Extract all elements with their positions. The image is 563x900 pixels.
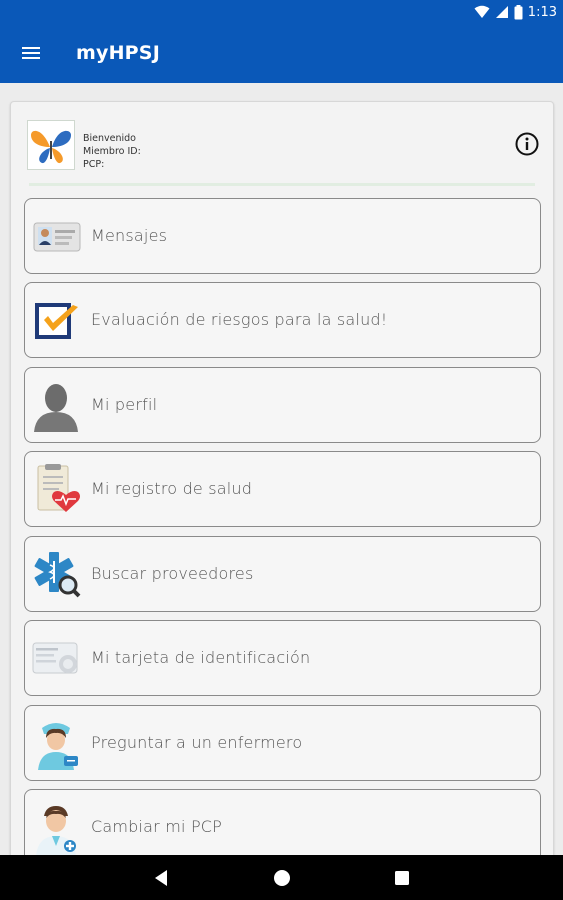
main-card: Bienvenido Miembro ID: PCP: Mensajes Eva… bbox=[10, 101, 554, 861]
insurance-card-icon bbox=[32, 633, 82, 683]
menu-item-change-pcp[interactable]: Cambiar mi PCP bbox=[24, 789, 541, 860]
home-icon[interactable] bbox=[270, 866, 294, 890]
status-bar: 1:13 bbox=[0, 0, 563, 24]
doctor-icon bbox=[32, 802, 82, 856]
menu-item-label: Preguntar a un enfermero bbox=[91, 733, 303, 752]
menu-item-label: Buscar proveedores bbox=[91, 564, 254, 583]
pcp-label: PCP: bbox=[83, 159, 105, 170]
member-info: Bienvenido Miembro ID: PCP: bbox=[83, 132, 141, 171]
menu-item-label: Mi tarjeta de identificación bbox=[91, 648, 311, 667]
member-id-label: Miembro ID: bbox=[83, 146, 141, 157]
signal-icon bbox=[495, 6, 508, 18]
member-header: Bienvenido Miembro ID: PCP: bbox=[27, 120, 539, 174]
menu-item-label: Mi registro de salud bbox=[91, 479, 253, 498]
recents-icon[interactable] bbox=[390, 866, 414, 890]
info-icon[interactable] bbox=[515, 132, 539, 156]
app-bar: myHPSJ bbox=[0, 24, 563, 83]
menu-item-label: Mi perfil bbox=[91, 395, 158, 414]
nurse-icon bbox=[32, 718, 82, 770]
menu-item-label: Cambiar mi PCP bbox=[91, 817, 223, 836]
menu-item-id-card[interactable]: Mi tarjeta de identificación bbox=[24, 620, 541, 696]
battery-icon bbox=[514, 4, 523, 19]
menu-item-label: Mensajes bbox=[91, 226, 168, 245]
menu-item-health-risk[interactable]: Evaluación de riesgos para la salud! bbox=[24, 282, 541, 358]
menu-item-profile[interactable]: Mi perfil bbox=[24, 367, 541, 443]
id-card-icon bbox=[32, 211, 82, 261]
status-icons: 1:13 bbox=[474, 3, 557, 21]
menu-item-mensajes[interactable]: Mensajes bbox=[24, 198, 541, 274]
menu-item-ask-nurse[interactable]: Preguntar a un enfermero bbox=[24, 705, 541, 781]
welcome-text: Bienvenido bbox=[83, 133, 136, 144]
clipboard-heart-icon bbox=[32, 464, 82, 514]
header-divider bbox=[29, 183, 535, 186]
menu-item-health-record[interactable]: Mi registro de salud bbox=[24, 451, 541, 527]
star-of-life-search-icon bbox=[32, 549, 82, 599]
back-icon[interactable] bbox=[150, 866, 174, 890]
menu-item-label: Evaluación de riesgos para la salud! bbox=[91, 310, 388, 329]
hamburger-menu-icon[interactable] bbox=[22, 44, 46, 64]
checkbox-check-icon bbox=[32, 295, 82, 345]
app-title: myHPSJ bbox=[76, 42, 160, 64]
person-silhouette-icon bbox=[32, 380, 82, 432]
status-time: 1:13 bbox=[527, 4, 557, 20]
navigation-bar bbox=[0, 855, 563, 900]
menu-item-find-providers[interactable]: Buscar proveedores bbox=[24, 536, 541, 612]
butterfly-logo-icon bbox=[27, 120, 75, 170]
wifi-icon bbox=[474, 5, 490, 18]
